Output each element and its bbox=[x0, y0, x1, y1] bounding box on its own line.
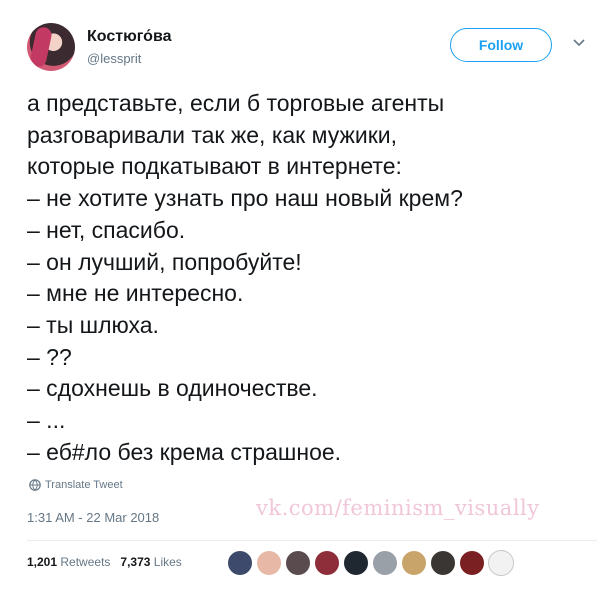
tweet-line: – сдохнешь в одиночестве. bbox=[27, 375, 318, 402]
liker-avatar-icon[interactable] bbox=[372, 550, 398, 576]
liker-avatar-icon[interactable] bbox=[285, 550, 311, 576]
tweet-line: а представьте, если б торговые агенты bbox=[27, 90, 445, 116]
liker-avatar-icon[interactable] bbox=[430, 550, 456, 576]
chevron-down-icon[interactable] bbox=[571, 34, 587, 50]
tweet-timestamp[interactable]: 1:31 AM - 22 Mar 2018 bbox=[27, 510, 159, 525]
user-avatar[interactable] bbox=[27, 23, 75, 71]
retweets-stat[interactable]: 1,201 Retweets bbox=[27, 555, 110, 569]
tweet-line: которые подкатывают в интернете: bbox=[27, 153, 402, 180]
user-name[interactable]: Костюго́ва bbox=[87, 28, 171, 46]
retweets-count: 1,201 bbox=[27, 555, 58, 569]
retweets-label: Retweets bbox=[60, 555, 111, 569]
tweet-line: – ?? bbox=[27, 343, 72, 370]
likes-stat[interactable]: 7,373 Likes bbox=[120, 555, 181, 569]
tweet-line: – нет, спасибо. bbox=[27, 216, 186, 243]
likes-count: 7,373 bbox=[120, 555, 151, 569]
liker-avatar-icon[interactable] bbox=[314, 550, 340, 576]
likes-label: Likes bbox=[153, 555, 182, 569]
tweet-line: разговаривали так же, как мужики, bbox=[27, 121, 397, 148]
liker-avatar-icon[interactable] bbox=[459, 550, 485, 576]
tweet-line: – еб#ло без крема страшное. bbox=[27, 438, 342, 465]
liker-avatar-icon[interactable] bbox=[488, 550, 514, 576]
tweet-header: Костюго́ва @lessprit Follow bbox=[27, 20, 597, 76]
liker-avatar-icon[interactable] bbox=[343, 550, 369, 576]
liker-avatars bbox=[227, 550, 514, 576]
liker-avatar-icon[interactable] bbox=[401, 550, 427, 576]
liker-avatar-icon[interactable] bbox=[227, 550, 253, 576]
follow-button[interactable]: Follow bbox=[450, 28, 552, 62]
tweet-line: – мне не интересно. bbox=[27, 280, 244, 307]
watermark-text: vk.com/feminism_visually bbox=[256, 496, 540, 520]
tweet-line: – ... bbox=[27, 407, 66, 434]
user-handle[interactable]: @lessprit bbox=[87, 51, 141, 66]
translate-label: Translate Tweet bbox=[45, 479, 123, 491]
tweet-stats: 1,201 Retweets 7,373 Likes bbox=[27, 555, 182, 569]
tweet-line: – ты шлюха. bbox=[27, 311, 159, 338]
tweet-line: – не хотите узнать про наш новый крем? bbox=[27, 185, 463, 212]
globe-icon bbox=[29, 479, 41, 491]
divider bbox=[27, 540, 597, 541]
translate-tweet-link[interactable]: Translate Tweet bbox=[29, 479, 123, 491]
tweet-text: а представьте, если б торговые агенты ра… bbox=[27, 88, 587, 468]
tweet-line: – он лучший, попробуйте! bbox=[27, 248, 302, 275]
liker-avatar-icon[interactable] bbox=[256, 550, 282, 576]
